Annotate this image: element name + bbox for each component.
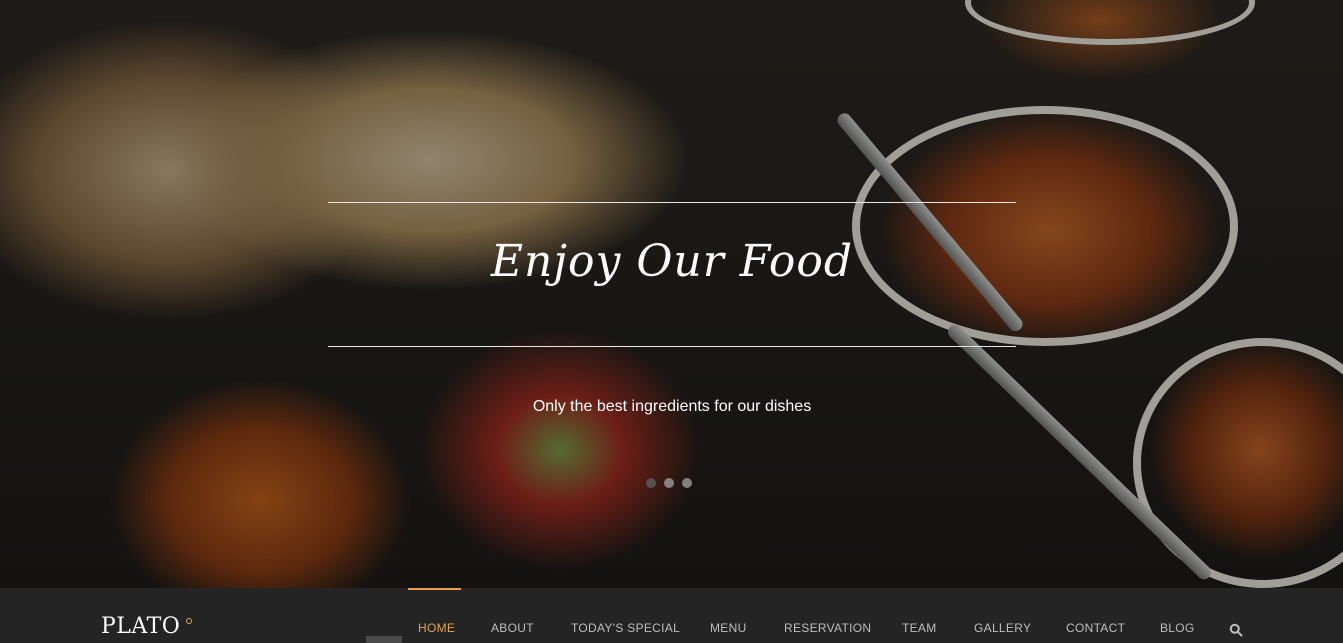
hero-overlay — [0, 0, 1343, 588]
slider-dots — [646, 478, 692, 488]
nav-menu[interactable]: MENU — [710, 621, 747, 635]
nav-contact[interactable]: CONTACT — [1066, 621, 1125, 635]
hero-title: Enjoy Our Food — [490, 236, 854, 287]
title-divider-top — [328, 202, 1016, 203]
nav-home[interactable]: HOME — [418, 621, 455, 635]
slider-dot-2[interactable] — [664, 478, 674, 488]
nav-blog[interactable]: BLOG — [1160, 621, 1195, 635]
site-logo[interactable]: PLATO — [101, 614, 180, 639]
nav-team[interactable]: TEAM — [902, 621, 937, 635]
hero-subtitle: Only the best ingredients for our dishes — [532, 398, 812, 415]
slider-dot-1[interactable] — [646, 478, 656, 488]
active-nav-indicator — [408, 588, 461, 590]
search-icon[interactable] — [1229, 623, 1243, 637]
logo-accent-icon — [186, 618, 192, 624]
nav-gallery[interactable]: GALLERY — [974, 621, 1031, 635]
nav-todays-special[interactable]: TODAY'S SPECIAL — [571, 621, 680, 635]
scroll-tab — [366, 636, 402, 643]
nav-about[interactable]: ABOUT — [491, 621, 534, 635]
main-navbar: PLATO HOME ABOUT TODAY'S SPECIAL MENU RE… — [0, 588, 1343, 643]
slider-dot-3[interactable] — [682, 478, 692, 488]
title-divider-bottom — [328, 346, 1016, 347]
nav-reservation[interactable]: RESERVATION — [784, 621, 871, 635]
hero-slider: Enjoy Our Food Only the best ingredients… — [0, 0, 1343, 588]
